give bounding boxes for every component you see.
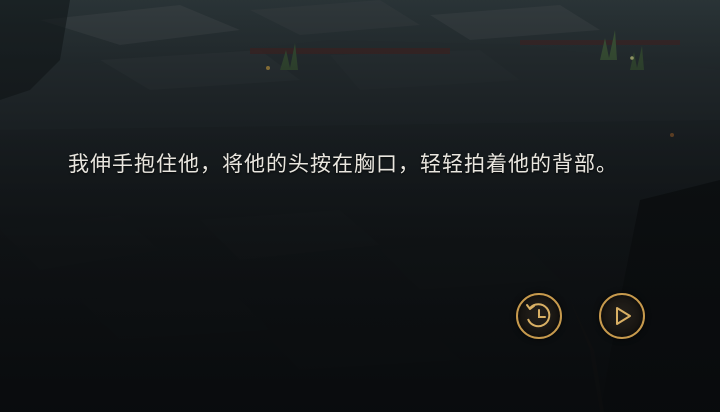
history-clock-icon [526, 303, 551, 328]
dialogue-text: 我伸手抱住他，将他的头按在胸口，轻轻拍着他的背部。 [68, 152, 618, 176]
dim-overlay [0, 0, 720, 412]
game-scene: 我伸手抱住他，将他的头按在胸口，轻轻拍着他的背部。 [0, 0, 720, 412]
history-button[interactable] [516, 293, 562, 339]
play-triangle-icon [616, 307, 631, 325]
play-button[interactable] [599, 293, 645, 339]
